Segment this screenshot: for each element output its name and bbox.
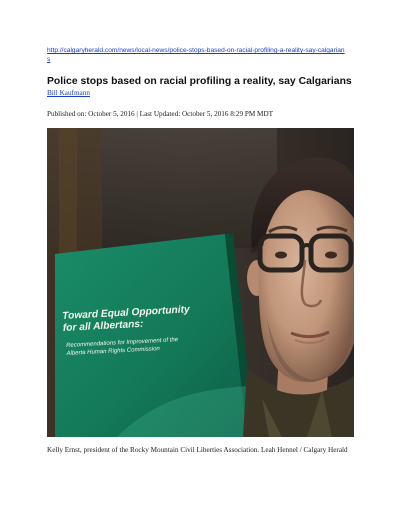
author-link[interactable]: Bill Kaufmann [47, 89, 90, 98]
document-page: http://calgaryherald.com/news/local-news… [0, 0, 400, 518]
publication-date-line: Published on: October 5, 2016 | Last Upd… [47, 110, 274, 118]
article-headline: Police stops based on racial profiling a… [47, 76, 352, 87]
photo-illustration [47, 128, 354, 437]
photo-caption: Kelly Ernst, president of the Rocky Moun… [47, 446, 348, 454]
source-url-link[interactable]: http://calgaryherald.com/news/local-news… [47, 46, 347, 64]
article-photo [47, 128, 354, 437]
